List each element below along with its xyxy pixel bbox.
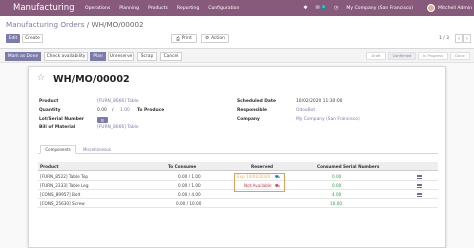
product-field[interactable]: [FURN_8666] Table xyxy=(97,99,139,104)
unreserve-button[interactable]: Unreserve xyxy=(108,51,134,61)
top-navbar: Manufacturing Operations Planning Produc… xyxy=(0,0,474,16)
row-to-consume: 0.00 / 4.00 xyxy=(178,192,201,197)
table-row[interactable]: [CONS_25630] Screw 0.00 / 10.00 10.00 xyxy=(38,199,438,208)
menu-configuration[interactable]: Configuration xyxy=(208,6,239,11)
quantity-separator: / xyxy=(112,108,114,113)
check-availability-button[interactable]: Check availability xyxy=(44,51,88,61)
plan-button[interactable]: Plan xyxy=(90,51,106,61)
lot-serial-button[interactable]: ☰ xyxy=(97,117,108,123)
pager-value[interactable]: 1 / 3 xyxy=(439,36,449,41)
detailed-operations-icon[interactable] xyxy=(417,175,422,179)
row-consumed: 4.00 xyxy=(332,192,342,197)
stage-draft[interactable]: Draft xyxy=(366,52,386,60)
row-product: [CONS_25630] Screw xyxy=(40,201,85,206)
notebook-tabs: Components Miscellaneous xyxy=(38,145,438,154)
company-switcher[interactable]: My Company (San Francisco) xyxy=(346,6,413,11)
quantity-done: 0.00 xyxy=(97,108,107,113)
company-field[interactable]: My Company (San Francisco) xyxy=(296,117,360,122)
star-icon[interactable]: ☆ xyxy=(37,73,45,83)
bug-icon[interactable]: ✱ xyxy=(303,5,307,11)
product-label: Product xyxy=(39,99,59,104)
row-consumed: 0.00 xyxy=(332,183,342,188)
lot-serial-label: Lot/Serial Number xyxy=(39,117,84,122)
responsible-field[interactable]: OdooBot xyxy=(296,108,315,113)
breadcrumb-current: WH/MO/00002 xyxy=(91,20,144,29)
control-panel: Manufacturing Orders / WH/MO/00002 Edit … xyxy=(0,16,474,49)
company-label: Company xyxy=(237,117,260,122)
stage-done[interactable]: Done xyxy=(450,52,470,60)
activity-clock-icon[interactable]: ◷ xyxy=(334,5,338,11)
menu-operations[interactable]: Operations xyxy=(85,6,110,11)
table-header: Product To Consume Reserved Consumed Ser… xyxy=(38,162,438,171)
header-product[interactable]: Product xyxy=(40,164,58,169)
row-to-consume: 0.00 / 10.00 xyxy=(176,201,202,206)
create-button[interactable]: Create xyxy=(22,34,43,43)
gear-icon: ⚙ xyxy=(205,36,210,41)
print-label: Print xyxy=(181,36,192,41)
row-product: [FURN_2333] Table Leg xyxy=(40,183,89,188)
action-label: Action xyxy=(211,36,225,41)
bom-field[interactable]: [FURN_8666] Table xyxy=(97,125,139,130)
chat-count-badge: 3 xyxy=(320,5,327,9)
detailed-operations-icon[interactable] xyxy=(417,184,422,188)
row-to-consume: 0.00 / 1.00 xyxy=(178,183,201,188)
status-bar: Mark as Done Check availability Plan Unr… xyxy=(0,49,474,63)
form-sheet xyxy=(28,66,446,248)
quantity-total-field[interactable]: 1.00 xyxy=(120,108,130,113)
chat-icon[interactable]: ✉ 3 xyxy=(316,5,327,11)
action-button[interactable]: ⚙ Action xyxy=(201,34,229,43)
stage-in-progress[interactable]: In Progress xyxy=(418,52,448,60)
systray: ✱ ✉ 3 ◷ My Company (San Francisco) Mitche… xyxy=(303,0,474,16)
record-title: WH/MO/00002 xyxy=(53,74,130,85)
pager-prev-button[interactable]: ‹ xyxy=(455,34,463,43)
header-reserved[interactable]: Reserved xyxy=(251,164,273,169)
quantity-label: Quantity xyxy=(39,108,61,113)
cancel-button[interactable]: Cancel xyxy=(160,51,182,61)
tab-miscellaneous[interactable]: Miscellaneous xyxy=(78,145,116,154)
avatar[interactable] xyxy=(427,4,436,12)
scheduled-date-label: Scheduled Date xyxy=(237,99,276,104)
main-menu: Operations Planning Products Reporting C… xyxy=(85,6,248,11)
reserved-highlight xyxy=(234,173,285,192)
app-title[interactable]: Manufacturing xyxy=(13,3,85,13)
menu-planning[interactable]: Planning xyxy=(119,6,139,11)
responsible-label: Responsible xyxy=(237,108,268,113)
stage-confirmed[interactable]: Confirmed xyxy=(388,52,416,60)
scheduled-date-field[interactable]: 10/02/2020 11:30:00 xyxy=(296,99,342,104)
pager-next-button[interactable]: › xyxy=(463,34,471,43)
menu-products[interactable]: Products xyxy=(148,6,168,11)
row-product: [CONS_89957] Bolt xyxy=(40,192,81,197)
edit-button[interactable]: Edit xyxy=(6,34,20,43)
header-to-consume[interactable]: To Consume xyxy=(168,164,196,169)
row-to-consume: 0.00 / 1.00 xyxy=(178,174,201,179)
row-consumed: 10.00 xyxy=(330,201,342,206)
detailed-operations-icon[interactable] xyxy=(417,193,422,197)
breadcrumb-parent[interactable]: Manufacturing Orders xyxy=(6,20,85,29)
scrap-button[interactable]: Scrap xyxy=(137,51,157,61)
print-button[interactable]: ⎙ Print xyxy=(171,34,197,43)
print-icon: ⎙ xyxy=(176,36,180,42)
user-menu[interactable]: Mitchell Admin xyxy=(438,6,472,11)
mark-as-done-button[interactable]: Mark as Done xyxy=(5,51,41,61)
row-consumed: 0.00 xyxy=(332,174,342,179)
bom-label: Bill of Material xyxy=(39,125,76,130)
breadcrumb: Manufacturing Orders / WH/MO/00002 xyxy=(6,20,144,29)
tab-components[interactable]: Components xyxy=(40,145,76,154)
breadcrumb-separator: / xyxy=(84,20,92,29)
header-serial-numbers[interactable]: Serial Numbers xyxy=(343,164,379,169)
row-product: [FURN_8522] Table Top xyxy=(40,174,89,179)
menu-reporting[interactable]: Reporting xyxy=(177,6,199,11)
to-produce-label: To Produce xyxy=(137,108,165,113)
header-consumed[interactable]: Consumed xyxy=(317,164,342,169)
list-icon: ☰ xyxy=(100,117,105,123)
